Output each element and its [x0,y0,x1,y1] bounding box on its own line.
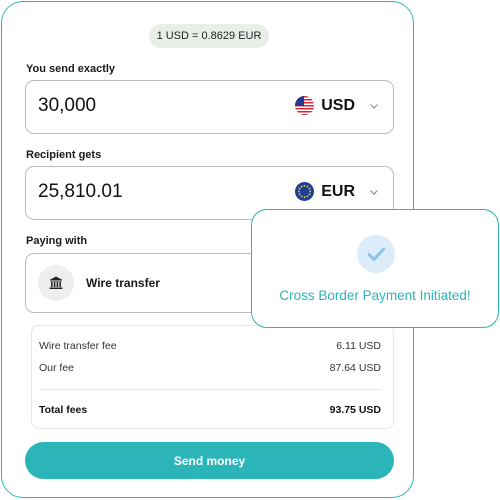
send-amount-label: You send exactly [26,63,116,75]
receive-amount-value[interactable]: 25,810.01 [38,181,123,203]
fee-value: 87.64 USD [329,362,381,374]
bank-icon [38,265,74,301]
send-currency-code: USD [321,96,355,114]
exchange-rate-badge: 1 USD = 0.8629 EUR [149,24,269,48]
fee-row: Wire transfer fee 6.11 USD [39,340,381,352]
send-money-button[interactable]: Send money [25,442,394,479]
total-fees-row: Total fees 93.75 USD [39,404,381,416]
fee-label: Wire transfer fee [39,340,117,352]
receive-amount-label: Recipient gets [26,149,102,161]
receive-currency-select[interactable]: EUR [295,182,379,201]
receive-currency-code: EUR [321,182,355,200]
chevron-down-icon [370,103,378,109]
total-fees-value: 93.75 USD [329,404,381,416]
payment-method-label: Wire transfer [86,276,160,290]
eu-flag-icon [295,182,315,201]
send-currency-select[interactable]: USD [295,96,379,115]
check-icon [357,235,395,273]
fee-value: 6.11 USD [336,340,381,352]
fee-label: Our fee [39,362,75,374]
fees-summary: Wire transfer fee 6.11 USD Our fee 87.64… [31,325,394,429]
payment-initiated-toast: Cross Border Payment Initiated! [251,209,499,328]
toast-message: Cross Border Payment Initiated! [279,288,471,303]
total-fees-label: Total fees [39,404,88,416]
fee-row: Our fee 87.64 USD [39,362,381,374]
us-flag-icon [295,96,315,115]
paying-with-label: Paying with [26,235,88,247]
fee-divider [39,389,381,390]
chevron-down-icon [370,189,378,195]
send-amount-field[interactable]: 30,000 USD [25,80,394,134]
exchange-rate-text: 1 USD = 0.8629 EUR [156,30,262,42]
send-amount-value[interactable]: 30,000 [38,95,96,117]
